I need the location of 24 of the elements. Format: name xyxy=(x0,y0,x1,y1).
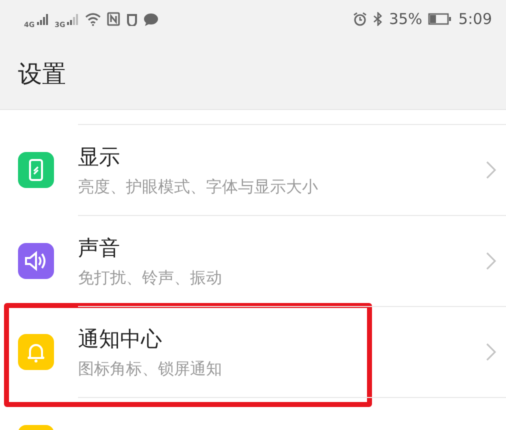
signal-icon xyxy=(67,14,80,24)
settings-item[interactable]: 通知中心 图标角标、锁屏通知 xyxy=(78,306,506,398)
settings-item[interactable]: 显示 亮度、护眼模式、字体与显示大小 xyxy=(78,124,506,216)
item-title: 声音 xyxy=(78,234,121,262)
alarm-icon xyxy=(352,12,367,26)
item-subtitle: 亮度、护眼模式、字体与显示大小 xyxy=(78,176,318,198)
bluetooth-icon xyxy=(372,12,383,26)
page-title: 设置 xyxy=(18,58,66,90)
nfc-icon xyxy=(107,12,120,26)
item-title: 显示 xyxy=(78,144,121,170)
cup-icon xyxy=(126,12,138,26)
clock: 5:09 xyxy=(458,10,492,28)
battery-percent: 35% xyxy=(388,10,422,28)
chevron-icon xyxy=(486,343,496,361)
chevron-icon xyxy=(486,252,496,270)
chevron-icon xyxy=(486,161,496,179)
chat-icon xyxy=(144,12,158,26)
item-title: 通知中心 xyxy=(78,326,163,352)
item-subtitle: 图标角标、锁屏通知 xyxy=(78,358,222,380)
battery-icon xyxy=(428,13,452,25)
item-subtitle: 免打扰、铃声、振动 xyxy=(78,268,222,288)
signal-icon xyxy=(36,14,49,24)
wifi-icon xyxy=(85,12,102,26)
settings-item[interactable]: 声音 免打扰、铃声、振动 xyxy=(78,214,506,306)
